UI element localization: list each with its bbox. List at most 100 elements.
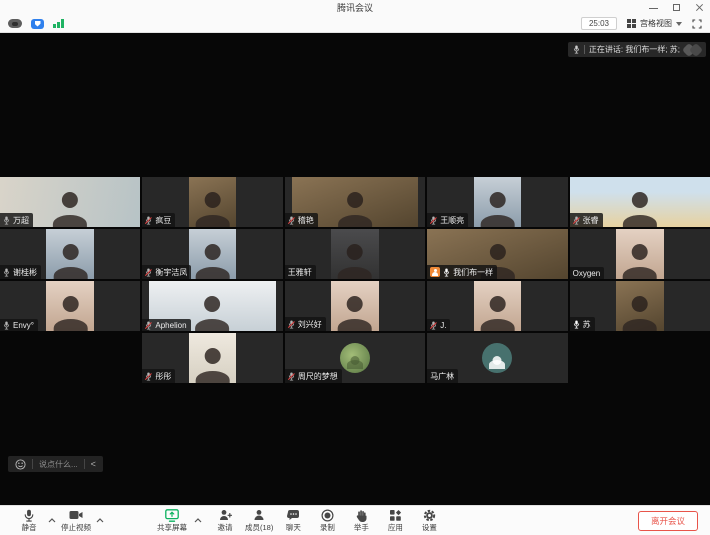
- settings-button[interactable]: 设置: [412, 508, 446, 533]
- raise-hand-icon: [355, 508, 368, 522]
- fullscreen-icon[interactable]: [692, 19, 702, 29]
- maximize-icon[interactable]: [672, 3, 681, 12]
- participant-tile[interactable]: 谢桂彬: [0, 229, 140, 279]
- record-button[interactable]: 录制: [310, 508, 344, 533]
- participant-video: [331, 281, 379, 331]
- mic-status-icon: [573, 320, 580, 329]
- participant-video: [189, 333, 237, 383]
- person-silhouette: [198, 244, 227, 279]
- participant-tile[interactable]: 刘兴好: [285, 281, 425, 331]
- raise-hand-button[interactable]: 举手: [344, 508, 378, 533]
- chat-collapse-button[interactable]: <: [91, 460, 96, 469]
- person-silhouette: [56, 296, 85, 331]
- person-silhouette: [341, 244, 370, 279]
- chevron-up-icon[interactable]: [46, 506, 58, 535]
- apps-button[interactable]: 应用: [378, 508, 412, 533]
- participant-tile[interactable]: 疯豆: [142, 177, 282, 227]
- grid-view-button[interactable]: 宫格视图: [627, 18, 682, 29]
- participant-video: [616, 229, 664, 279]
- chevron-down-icon: [676, 22, 682, 26]
- participant-name: 苏: [583, 319, 591, 330]
- microphone-icon: [573, 45, 580, 54]
- share-screen-button[interactable]: 共享屏幕: [154, 508, 190, 533]
- participant-tile[interactable]: 马广林: [427, 333, 567, 383]
- participant-name: 衡宇洁凤: [155, 267, 187, 278]
- mic-status-icon: [288, 372, 295, 381]
- network-signal-icon[interactable]: [53, 19, 64, 28]
- participant-label: 马广林: [427, 369, 458, 383]
- participant-name: Aphelion: [155, 321, 186, 330]
- window-controls: [649, 0, 704, 15]
- title-bar: 腾讯会议: [0, 0, 710, 15]
- participant-video: [46, 229, 94, 279]
- toolbar-item-label: 举手: [354, 522, 369, 533]
- meeting-window: 腾讯会议 25:03 宫格视图: [0, 0, 710, 535]
- chevron-up-icon[interactable]: [192, 506, 204, 535]
- participant-tile[interactable]: 稽艳: [285, 177, 425, 227]
- participant-label: 疯豆: [142, 213, 175, 227]
- participant-name: 张睿: [583, 215, 599, 226]
- emoji-smile-icon[interactable]: [15, 459, 26, 470]
- participant-label: Envy°: [0, 319, 38, 331]
- toolbar-item-label: 静音: [22, 522, 37, 533]
- chat-button[interactable]: 聊天: [276, 508, 310, 533]
- stop-video-button[interactable]: 停止视频: [58, 508, 94, 533]
- participant-tile[interactable]: Oxygen: [570, 229, 710, 279]
- toolbar-item-label: 设置: [422, 522, 437, 533]
- microphone-icon: [23, 508, 35, 522]
- participant-label: 王雅轩: [285, 265, 316, 279]
- participant-video: [189, 229, 237, 279]
- bottom-toolbar: 静音 停止视频 共享屏幕 邀请 成员(18) 聊天 录制 举手 应用 设置 离开…: [0, 505, 710, 535]
- mic-status-icon: [573, 216, 580, 225]
- participant-tile[interactable]: 王雅轩: [285, 229, 425, 279]
- participant-tile[interactable]: 周尺的梦想: [285, 333, 425, 383]
- participant-name: J.: [440, 321, 446, 330]
- person-silhouette: [625, 244, 654, 279]
- mic-status-icon: [3, 321, 10, 330]
- participant-label: 衡宇洁凤: [142, 265, 191, 279]
- video-stage: 正在讲话: 我们布一样; 苏; 万超 疯豆 稽艳: [0, 33, 710, 505]
- leave-meeting-button[interactable]: 离开会议: [638, 511, 698, 531]
- person-silhouette: [56, 244, 85, 279]
- screen-share-icon: [165, 508, 179, 522]
- invite-button[interactable]: 邀请: [208, 508, 242, 533]
- mute-button[interactable]: 静音: [12, 508, 46, 533]
- security-shield-icon[interactable]: [31, 19, 44, 29]
- participant-tile[interactable]: 彤彤: [142, 333, 282, 383]
- participant-name: 稽艳: [298, 215, 314, 226]
- participant-name: 马广林: [430, 371, 454, 382]
- close-icon[interactable]: [695, 3, 704, 12]
- mic-status-icon: [288, 320, 295, 329]
- participant-tile[interactable]: 衡宇洁凤: [142, 229, 282, 279]
- participant-tile[interactable]: 苏: [570, 281, 710, 331]
- meeting-status-icon[interactable]: [8, 19, 22, 28]
- participant-tile[interactable]: 万超: [0, 177, 140, 227]
- mic-status-icon: [288, 216, 295, 225]
- participant-label: 周尺的梦想: [285, 369, 342, 383]
- participant-label: 刘兴好: [285, 317, 326, 331]
- grid-view-icon: [627, 19, 636, 28]
- participant-tile[interactable]: 王顺亮: [427, 177, 567, 227]
- participant-tile[interactable]: 张睿: [570, 177, 710, 227]
- chat-input-placeholder[interactable]: 说点什么...: [39, 459, 78, 470]
- gear-icon: [423, 508, 436, 522]
- invite-person-icon: [219, 508, 232, 522]
- participant-label: Oxygen: [570, 267, 605, 279]
- mic-status-icon: [3, 216, 10, 225]
- status-bar: 25:03 宫格视图: [0, 15, 710, 33]
- participant-tile[interactable]: Aphelion: [142, 281, 282, 331]
- participant-tile[interactable]: 我们布一样: [427, 229, 567, 279]
- chevron-up-icon[interactable]: [94, 506, 106, 535]
- members-icon: [253, 508, 265, 522]
- chat-quick-bar: 说点什么... <: [8, 456, 103, 472]
- mic-status-icon: [430, 321, 437, 330]
- participant-video: [340, 343, 370, 373]
- participant-tile[interactable]: Envy°: [0, 281, 140, 331]
- record-icon: [321, 508, 334, 522]
- participant-name: 疯豆: [155, 215, 171, 226]
- participant-name: 我们布一样: [453, 267, 493, 278]
- members-button[interactable]: 成员(18): [242, 508, 276, 533]
- divider: [84, 459, 85, 469]
- minimize-icon[interactable]: [649, 3, 658, 12]
- participant-tile[interactable]: J.: [427, 281, 567, 331]
